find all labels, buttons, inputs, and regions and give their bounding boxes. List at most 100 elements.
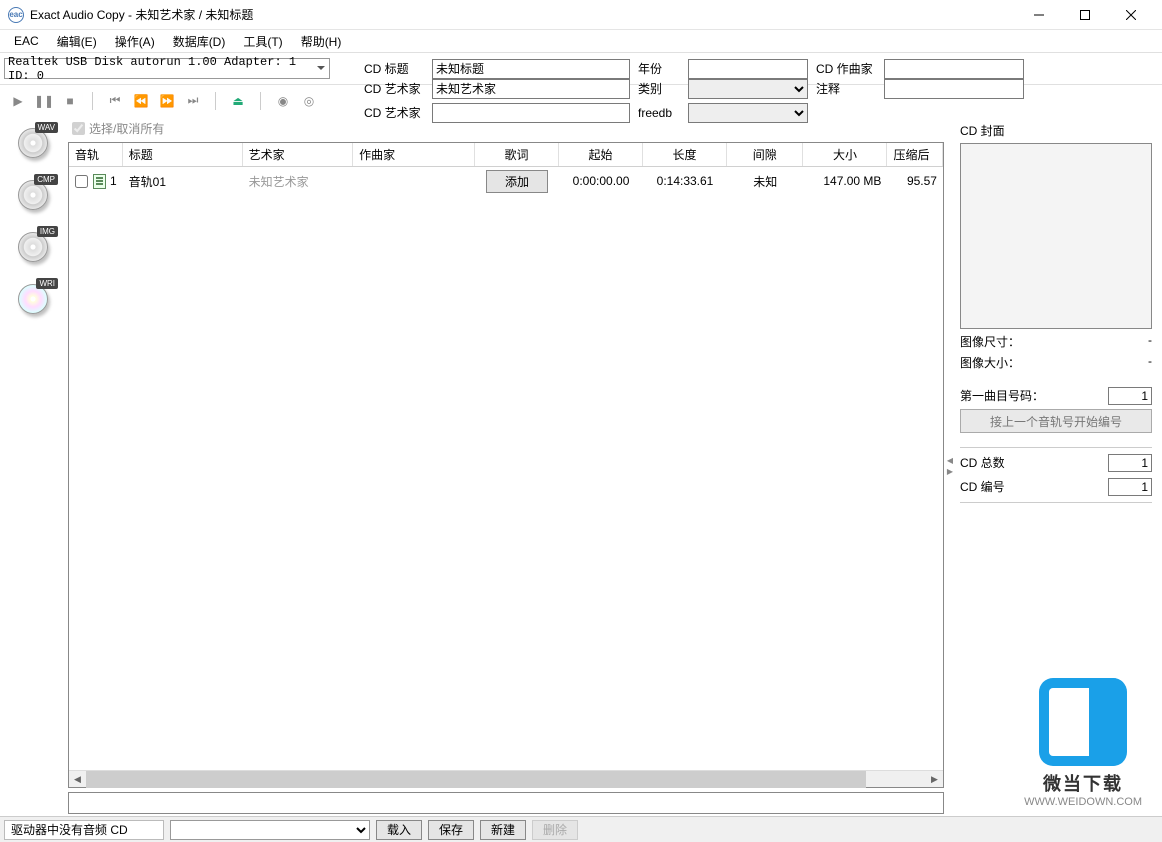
profile-select[interactable] (170, 820, 370, 840)
image-dim-label: 图像尺寸： (960, 333, 1020, 350)
center-column: 选择/取消所有 音轨 标题 艺术家 作曲家 歌词 起始 长度 间隙 大小 压缩后 (66, 116, 946, 816)
rail-wri-button[interactable]: WRI (8, 278, 58, 320)
col-length[interactable]: 长度 (643, 143, 727, 166)
cover-label: CD 封面 (960, 122, 1152, 139)
chevron-right-icon: ▶ (947, 467, 953, 476)
table-header: 音轨 标题 艺术家 作曲家 歌词 起始 长度 间隙 大小 压缩后 (69, 143, 943, 167)
menu-database[interactable]: 数据库(D) (165, 31, 234, 52)
play-icon[interactable]: ▶ (10, 93, 26, 109)
maximize-button[interactable] (1062, 0, 1108, 30)
skip-next-icon[interactable]: ⏭ (185, 93, 201, 109)
forward-icon[interactable]: ⏩ (159, 93, 175, 109)
cd-artist-label: CD 艺术家 (364, 80, 424, 97)
save-button[interactable]: 保存 (428, 820, 474, 840)
col-gap[interactable]: 间隙 (727, 143, 803, 166)
app-icon: eac (8, 7, 24, 23)
scroll-left-icon[interactable]: ◀ (69, 771, 86, 788)
delete-button[interactable]: 删除 (532, 820, 578, 840)
col-lyric[interactable]: 歌词 (475, 143, 559, 166)
close-button[interactable] (1108, 0, 1154, 30)
cd-title-input[interactable] (432, 59, 630, 79)
record-icon[interactable]: ◎ (301, 93, 317, 109)
left-rail: WAV CMP IMG WRI (0, 116, 66, 816)
cd-index-input[interactable] (1108, 478, 1152, 496)
row-title[interactable]: 音轨01 (123, 167, 243, 195)
scroll-thumb[interactable] (86, 771, 866, 788)
new-button[interactable]: 新建 (480, 820, 526, 840)
select-all-row: 选择/取消所有 (66, 116, 946, 140)
eject-icon[interactable]: ⏏ (230, 93, 246, 109)
genre-label: 类别 (638, 80, 680, 97)
cd-total-label: CD 总数 (960, 454, 1005, 472)
col-artist[interactable]: 艺术家 (243, 143, 354, 166)
chevron-left-icon: ◀ (947, 456, 953, 465)
menubar: EAC 编辑(E) 操作(A) 数据库(D) 工具(T) 帮助(H) (0, 30, 1162, 52)
track-table: 音轨 标题 艺术家 作曲家 歌词 起始 长度 间隙 大小 压缩后 1 (68, 142, 944, 788)
select-all-label: 选择/取消所有 (89, 120, 164, 137)
menu-edit[interactable]: 编辑(E) (49, 31, 105, 52)
comment-input[interactable] (884, 79, 1024, 99)
first-track-label: 第一曲目号码： (960, 387, 1044, 405)
row-composer[interactable] (353, 167, 475, 195)
rewind-icon[interactable]: ⏪ (133, 93, 149, 109)
composer-label: CD 作曲家 (816, 60, 876, 77)
rail-cmp-button[interactable]: CMP (8, 174, 58, 216)
load-button[interactable]: 载入 (376, 820, 422, 840)
year-input[interactable] (688, 59, 808, 79)
first-track-input[interactable] (1108, 387, 1152, 405)
col-title[interactable]: 标题 (123, 143, 243, 166)
menu-eac[interactable]: EAC (6, 32, 47, 50)
continue-numbering-button[interactable]: 接上一个音轨号开始编号 (960, 409, 1152, 433)
cd-total-input[interactable] (1108, 454, 1152, 472)
toolbar-row-2: ▶ ❚❚ ■ ⏮ ⏪ ⏩ ⏭ ⏏ ◉ ◎ CD 艺术家 类别 注释 CD 艺术家… (0, 84, 1162, 116)
image-dim-value: - (1148, 333, 1152, 350)
disc-refresh-icon[interactable]: ◉ (275, 93, 291, 109)
vertical-splitter[interactable]: ◀ ▶ (946, 116, 954, 816)
horizontal-scrollbar[interactable]: ◀ ▶ (69, 770, 943, 787)
year-label: 年份 (638, 60, 680, 77)
image-size-value: - (1148, 354, 1152, 371)
add-lyric-button[interactable]: 添加 (486, 170, 548, 193)
statusbar: 驱动器中没有音频 CD 载入 保存 新建 删除 (0, 816, 1162, 842)
composer-input[interactable] (884, 59, 1024, 79)
status-drive-message: 驱动器中没有音频 CD (4, 820, 164, 840)
body-area: WAV CMP IMG WRI 选择/取消所有 音轨 标题 艺术家 作曲家 歌词… (0, 116, 1162, 816)
row-artist[interactable]: 未知艺术家 (243, 167, 354, 195)
genre-select[interactable] (688, 79, 808, 99)
progress-bar (68, 792, 944, 814)
minimize-button[interactable] (1016, 0, 1062, 30)
row-length: 0:14:33.61 (643, 167, 727, 195)
col-composer[interactable]: 作曲家 (353, 143, 475, 166)
cd-artist-input[interactable] (432, 79, 630, 99)
row-compressed: 95.57 (887, 167, 943, 195)
right-panel: CD 封面 图像尺寸：- 图像大小：- 第一曲目号码： 接上一个音轨号开始编号 … (954, 116, 1162, 816)
rail-img-button[interactable]: IMG (8, 226, 58, 268)
menu-tools[interactable]: 工具(T) (235, 31, 290, 52)
pause-icon[interactable]: ❚❚ (36, 93, 52, 109)
table-body: 1 音轨01 未知艺术家 添加 0:00:00.00 0:14:33.61 未知… (69, 167, 943, 770)
cd-title-label: CD 标题 (364, 60, 424, 77)
row-gap: 未知 (727, 167, 803, 195)
col-track[interactable]: 音轨 (69, 143, 123, 166)
table-row[interactable]: 1 音轨01 未知艺术家 添加 0:00:00.00 0:14:33.61 未知… (69, 167, 943, 195)
select-all-checkbox[interactable] (72, 122, 85, 135)
window-title: Exact Audio Copy - 未知艺术家 / 未知标题 (30, 6, 253, 23)
skip-prev-icon[interactable]: ⏮ (107, 93, 123, 109)
row-num: 1 (110, 174, 117, 188)
row-size: 147.00 MB (803, 167, 887, 195)
row-checkbox[interactable] (75, 175, 88, 188)
rail-wav-button[interactable]: WAV (8, 122, 58, 164)
menu-action[interactable]: 操作(A) (107, 31, 163, 52)
track-file-icon (93, 174, 106, 189)
col-size[interactable]: 大小 (803, 143, 887, 166)
image-size-label: 图像大小： (960, 354, 1020, 371)
menu-help[interactable]: 帮助(H) (293, 31, 350, 52)
cd-index-label: CD 编号 (960, 478, 1005, 496)
stop-icon[interactable]: ■ (62, 93, 78, 109)
drive-selector[interactable]: Realtek USB Disk autorun 1.00 Adapter: 1… (4, 58, 330, 79)
cover-art-box[interactable] (960, 143, 1152, 329)
scroll-right-icon[interactable]: ▶ (926, 771, 943, 788)
titlebar: eac Exact Audio Copy - 未知艺术家 / 未知标题 (0, 0, 1162, 30)
col-compressed[interactable]: 压缩后 (887, 143, 943, 166)
col-start[interactable]: 起始 (559, 143, 643, 166)
